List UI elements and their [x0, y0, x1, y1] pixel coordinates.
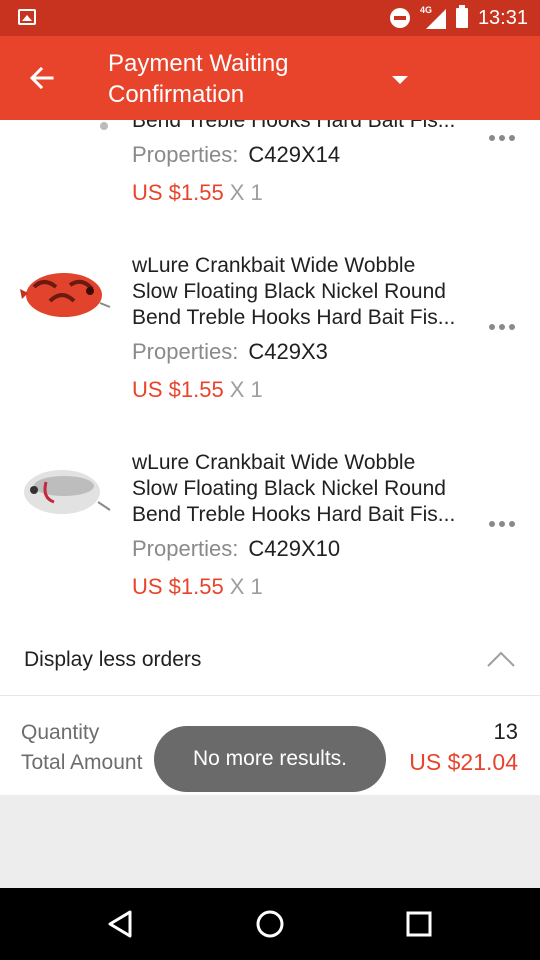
properties: Properties: C429X14: [132, 142, 341, 167]
toast-message: No more results.: [154, 726, 386, 792]
system-nav-bar: [0, 888, 540, 960]
more-options-icon[interactable]: [488, 323, 516, 331]
total-amount-label: Total Amount: [21, 751, 143, 774]
back-arrow-icon[interactable]: [26, 62, 58, 94]
battery-icon: [455, 5, 468, 28]
footer-spacer: [0, 795, 540, 888]
dropdown-arrow-icon[interactable]: [392, 76, 408, 84]
back-triangle-icon[interactable]: [104, 908, 136, 940]
display-less-orders-label: Display less orders: [24, 648, 202, 671]
quantity-value: 13: [493, 719, 518, 744]
signal-icon: 4G: [420, 5, 446, 29]
product-thumbnail[interactable]: [20, 120, 112, 138]
total-amount-value: US $21.04: [409, 749, 518, 775]
app-bar: Payment Waiting Confirmation: [0, 36, 540, 120]
more-options-icon[interactable]: [488, 520, 516, 528]
recents-square-icon[interactable]: [403, 908, 435, 940]
gallery-icon: [18, 9, 36, 25]
list-item[interactable]: wLure Crankbait Wide Wobble Slow Floatin…: [0, 442, 540, 639]
home-circle-icon[interactable]: [254, 908, 286, 940]
status-bar: 4G 13:31: [0, 0, 540, 36]
product-title[interactable]: wLure Crankbait Wide Wobble Slow Floatin…: [132, 450, 477, 528]
display-less-orders-row[interactable]: Display less orders: [0, 620, 540, 696]
status-icons: 4G 13:31: [389, 0, 528, 36]
clock: 13:31: [477, 6, 528, 29]
product-title[interactable]: wLure Crankbait Wide Wobble Slow Floatin…: [132, 253, 477, 331]
more-options-icon[interactable]: [488, 134, 516, 142]
properties: Properties: C429X10: [132, 536, 341, 561]
price: US $1.55 X 1: [132, 574, 263, 599]
price: US $1.55 X 1: [132, 377, 263, 402]
white-crankbait-lure-image[interactable]: [20, 452, 112, 532]
price: US $1.55 X 1: [132, 180, 263, 205]
list-item[interactable]: wLure Crankbait Wide Wobble Slow Floatin…: [0, 245, 540, 442]
chevron-up-icon[interactable]: [486, 650, 516, 668]
do-not-disturb-icon: [389, 8, 410, 28]
product-title[interactable]: Bend Treble Hooks Hard Bait Fis...: [132, 120, 477, 134]
quantity-label: Quantity: [21, 721, 100, 744]
properties: Properties: C429X3: [132, 339, 328, 364]
red-crankbait-lure-image[interactable]: [20, 253, 112, 333]
page-title: Payment Waiting Confirmation: [108, 50, 289, 108]
